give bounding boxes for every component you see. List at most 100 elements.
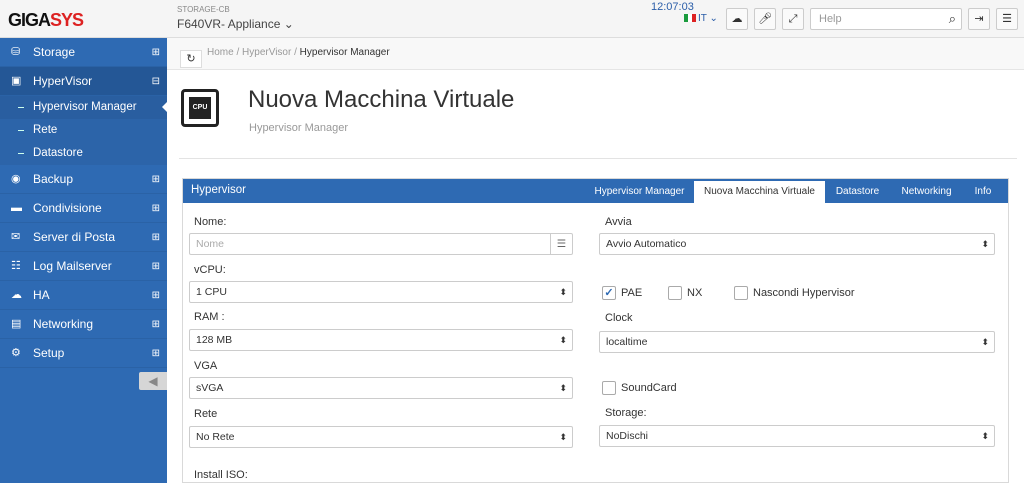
sidebar-item-label: HA bbox=[33, 288, 50, 302]
sidebar-item-label: Networking bbox=[33, 317, 94, 331]
collapse-icon: ⊟ bbox=[151, 76, 160, 87]
vga-select[interactable]: sVGA ⬍ bbox=[189, 377, 573, 399]
folder-icon: ▬ bbox=[11, 202, 22, 214]
clock-select[interactable]: localtime ⬍ bbox=[599, 331, 995, 353]
database-icon: ⛁ bbox=[11, 46, 21, 58]
sidebar: ⛁ Storage ⊞ ▣ HyperVisor ⊟ Hypervisor Manage… bbox=[0, 38, 167, 483]
expand-icon: ⊞ bbox=[151, 203, 160, 214]
expand-icon: ⊞ bbox=[151, 261, 160, 272]
sidebar-item-log-mailserver[interactable]: ☷ Log Mailserver ⊞ bbox=[0, 252, 167, 281]
sidebar-item-condivisione[interactable]: ▬ Condivisione ⊞ bbox=[0, 194, 167, 223]
nx-checkbox[interactable] bbox=[668, 286, 682, 300]
checkmark-icon: ✓ bbox=[604, 287, 614, 299]
rete-select[interactable]: No Rete ⬍ bbox=[189, 426, 573, 448]
list-icon[interactable]: ☰ bbox=[550, 234, 572, 254]
expand-icon: ⊞ bbox=[151, 47, 160, 58]
vcpu-label: vCPU: bbox=[194, 264, 226, 276]
avvia-value: Avvio Automatico bbox=[606, 238, 687, 250]
expand-icon: ⊞ bbox=[151, 232, 160, 243]
tab-datastore[interactable]: Datastore bbox=[830, 179, 885, 203]
iso-label: Install ISO: bbox=[194, 469, 248, 481]
ram-select[interactable]: 128 MB ⬍ bbox=[189, 329, 573, 351]
ram-value: 128 MB bbox=[196, 334, 233, 346]
sidebar-item-hypervisor[interactable]: ▣ HyperVisor ⊟ bbox=[0, 67, 167, 96]
select-arrows-icon: ⬍ bbox=[559, 287, 567, 297]
breadcrumb-current: Hypervisor Manager bbox=[299, 47, 390, 58]
select-arrows-icon: ⬍ bbox=[981, 431, 989, 441]
sidebar-item-backup[interactable]: ◉ Backup ⊞ bbox=[0, 165, 167, 194]
menu-icon: ☰ bbox=[1002, 13, 1012, 25]
logout-icon: ⇥ bbox=[974, 13, 984, 25]
hypervisor-panel: Hypervisor Hypervisor Manager Nuova Macc… bbox=[182, 178, 1009, 483]
breadcrumb-home[interactable]: Home bbox=[207, 47, 234, 58]
device-selector[interactable]: F640VR- Appliance ⌄ bbox=[177, 17, 294, 31]
cloud-icon: ☁ bbox=[731, 13, 743, 25]
select-arrows-icon: ⬍ bbox=[981, 337, 989, 347]
sidebar-item-server-di-posta[interactable]: ✉ Server di Posta ⊞ bbox=[0, 223, 167, 252]
sidebar-subitem-rete[interactable]: Rete bbox=[0, 119, 167, 142]
nome-label: Nome: bbox=[194, 216, 227, 228]
tab-nuova-macchina-virtuale[interactable]: Nuova Macchina Virtuale bbox=[694, 179, 825, 204]
vga-value: sVGA bbox=[196, 382, 224, 394]
logo-text-b: SYS bbox=[50, 10, 84, 30]
cloud-icon: ☁ bbox=[11, 289, 22, 301]
breadcrumb-hypervisor[interactable]: HyperVisor bbox=[242, 47, 291, 58]
vcpu-select[interactable]: 1 CPU ⬍ bbox=[189, 281, 573, 303]
menu-toggle-button[interactable]: ☰ bbox=[996, 8, 1018, 30]
sidebar-item-setup[interactable]: ⚙ Setup ⊞ bbox=[0, 339, 167, 368]
language-label: IT ⌄ bbox=[698, 13, 718, 24]
select-arrows-icon: ⬍ bbox=[559, 335, 567, 345]
device-subtitle: STORAGE-CB bbox=[177, 5, 230, 14]
gear-icon: ⚙ bbox=[11, 347, 21, 359]
mail-icon: ✉ bbox=[11, 231, 21, 243]
logo-text-a: GIGA bbox=[8, 10, 51, 30]
nome-placeholder: Nome bbox=[196, 238, 225, 250]
sidebar-subitem-datastore[interactable]: Datastore bbox=[0, 142, 167, 165]
tab-info[interactable]: Info bbox=[968, 179, 998, 203]
search-icon[interactable]: ⌕ bbox=[949, 11, 956, 27]
nome-input[interactable]: Nome ☰ bbox=[189, 233, 573, 255]
breadcrumb: Home / HyperVisor / Hypervisor Manager bbox=[207, 47, 390, 58]
avvia-label: Avvia bbox=[605, 216, 632, 228]
pae-checkbox[interactable]: ✓ bbox=[602, 286, 616, 300]
sidebar-item-label: Server di Posta bbox=[33, 230, 116, 244]
search-input[interactable]: Help bbox=[819, 13, 842, 25]
avvia-select[interactable]: Avvio Automatico ⬍ bbox=[599, 233, 995, 255]
backup-icon: ◉ bbox=[11, 173, 21, 185]
sidebar-item-label: HyperVisor bbox=[33, 74, 93, 88]
search-box[interactable]: Help ⌕ bbox=[810, 8, 962, 30]
storage-select[interactable]: NoDischi ⬍ bbox=[599, 425, 995, 447]
sidebar-item-label: Storage bbox=[33, 45, 76, 59]
italy-flag-icon bbox=[684, 14, 696, 23]
microphone-button[interactable]: 🎤︎ bbox=[754, 8, 776, 30]
expand-icon: ⊞ bbox=[151, 348, 160, 359]
sidebar-item-label: Condivisione bbox=[33, 201, 102, 215]
sidebar-item-storage[interactable]: ⛁ Storage ⊞ bbox=[0, 38, 167, 67]
breadcrumb-bar: ↻ Home / HyperVisor / Hypervisor Manager bbox=[167, 38, 1024, 70]
nx-label: NX bbox=[687, 287, 703, 299]
soundcard-checkbox[interactable] bbox=[602, 381, 616, 395]
sidebar-item-ha[interactable]: ☁ HA ⊞ bbox=[0, 281, 167, 310]
refresh-button[interactable]: ↻ bbox=[180, 50, 202, 68]
soundcard-label: SoundCard bbox=[621, 382, 677, 394]
sidebar-collapse-button[interactable]: ◀ bbox=[139, 372, 167, 390]
select-arrows-icon: ⬍ bbox=[559, 432, 567, 442]
sidebar-subitem-hypervisor-manager[interactable]: Hypervisor Manager bbox=[0, 96, 167, 119]
tab-hypervisor-manager[interactable]: Hypervisor Manager bbox=[588, 179, 691, 203]
ram-label: RAM : bbox=[194, 311, 225, 323]
cpu-icon: CPU bbox=[181, 89, 219, 127]
log-icon: ☷ bbox=[11, 260, 21, 272]
nascondi-hypervisor-checkbox[interactable] bbox=[734, 286, 748, 300]
sidebar-item-networking[interactable]: ▤ Networking ⊞ bbox=[0, 310, 167, 339]
fullscreen-button[interactable]: ⤢ bbox=[782, 8, 804, 30]
vga-label: VGA bbox=[194, 360, 218, 372]
logout-button[interactable]: ⇥ bbox=[968, 8, 990, 30]
storage-value: NoDischi bbox=[606, 430, 649, 442]
expand-icon: ⊞ bbox=[151, 290, 160, 301]
vcpu-value: 1 CPU bbox=[196, 286, 227, 298]
language-selector[interactable]: IT ⌄ bbox=[684, 13, 718, 24]
tab-networking[interactable]: Networking bbox=[894, 179, 959, 203]
cloud-button[interactable]: ☁ bbox=[726, 8, 748, 30]
logo[interactable]: GIGASYS bbox=[8, 10, 84, 31]
cpu-icon: ▣ bbox=[11, 75, 22, 87]
